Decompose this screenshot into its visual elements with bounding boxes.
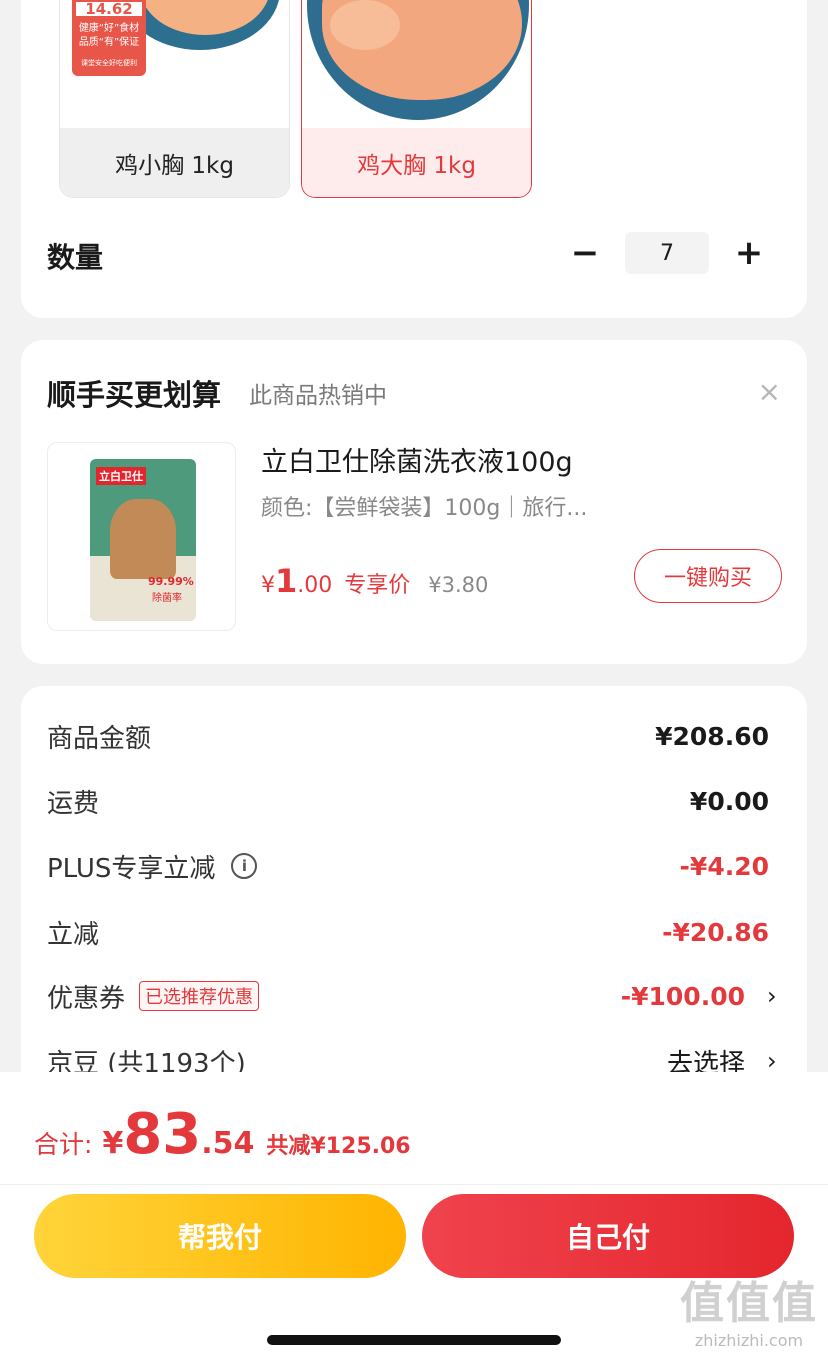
row-value: -¥4.20 — [679, 851, 769, 881]
summary-row-coupon[interactable]: 优惠券 已选推荐优惠 -¥100.00 › — [47, 976, 781, 1016]
plus-icon[interactable]: + — [729, 232, 769, 274]
total-saved: 共减¥125.06 — [266, 1134, 411, 1159]
upsell-subtitle: 此商品热销中 — [249, 383, 387, 409]
product-name[interactable]: 立白卫仕除菌洗衣液100g — [261, 440, 573, 479]
row-value: ¥0.00 — [689, 786, 769, 816]
summary-row-plus-discount: PLUS专享立减 i -¥4.20 — [47, 846, 769, 886]
row-value: -¥20.86 — [662, 917, 769, 947]
watermark-url: zhizhizhi.com — [694, 1331, 804, 1350]
summary-row-goods-amount: 商品金额 ¥208.60 — [47, 716, 769, 756]
chevron-right-icon: › — [767, 1047, 777, 1075]
variant-label-large: 鸡大胸 1kg — [302, 128, 531, 197]
total-yen: ¥ — [102, 1126, 124, 1161]
order-summary-card: 商品金额 ¥208.60 运费 ¥0.00 PLUS专享立减 i -¥4.20 立… — [21, 686, 807, 1106]
row-label: 优惠券 — [47, 983, 126, 1014]
image-brand-logo: 立白卫仕 — [96, 467, 146, 485]
help-me-pay-button[interactable]: 帮我付 — [34, 1194, 406, 1278]
row-label: 运费 — [47, 788, 100, 819]
pay-myself-button[interactable]: 自己付 — [422, 1194, 794, 1278]
price-decimal: .00 — [297, 573, 333, 598]
minus-icon[interactable]: − — [565, 232, 605, 274]
total-label: 合计: — [34, 1130, 93, 1159]
total-decimal: .54 — [201, 1126, 255, 1161]
image-percent: 99.99% — [148, 575, 194, 588]
product-image[interactable]: 立白卫仕 99.99% 除菌率 — [47, 442, 236, 631]
chevron-right-icon: › — [767, 982, 777, 1010]
variant-image-small: 14.62 健康“好”食材 品质“有”保证 课堂安全好吃便利 — [60, 0, 289, 128]
divider — [0, 1184, 828, 1185]
summary-row-instant-discount: 立减 -¥20.86 — [47, 912, 769, 952]
quantity-input[interactable]: 7 — [625, 232, 709, 274]
checkout-bar: 合计: ¥ 83 .54 共减¥125.06 帮我付 自己付 值值值 zhizh… — [0, 1072, 828, 1362]
info-icon[interactable]: i — [231, 853, 258, 879]
row-label: 立减 — [47, 919, 100, 950]
row-label: 商品金额 — [47, 723, 152, 754]
variant-label-small: 鸡小胸 1kg — [60, 128, 289, 197]
promo-footer: 课堂安全好吃便利 — [81, 59, 137, 67]
upsell-title: 顺手买更划算 — [47, 378, 222, 412]
one-click-buy-button[interactable]: 一键购买 — [634, 549, 782, 603]
image-caption: 除菌率 — [152, 593, 182, 604]
quantity-stepper: − 7 + — [565, 232, 769, 274]
total-integer: 83 — [123, 1102, 202, 1167]
summary-row-shipping: 运费 ¥0.00 — [47, 781, 769, 821]
total-amount: 合计: ¥ 83 .54 共减¥125.06 — [34, 1102, 411, 1167]
variant-option-large-breast[interactable]: 鸡大胸 1kg — [301, 0, 532, 198]
coupon-badge: 已选推荐优惠 — [139, 981, 260, 1011]
quantity-label: 数量 — [47, 241, 104, 274]
row-value: -¥100.00 — [620, 981, 745, 1011]
upsell-card: 顺手买更划算 此商品热销中 × 立白卫仕 99.99% 除菌率 立白卫仕除菌洗衣… — [21, 340, 807, 664]
product-price: ¥ 1 .00 专享价 ¥3.80 — [261, 562, 488, 600]
promo-text-1: 健康“好”食材 — [78, 23, 140, 34]
row-value: ¥208.60 — [655, 721, 769, 751]
close-icon[interactable]: × — [758, 378, 781, 406]
original-price: ¥3.80 — [428, 573, 489, 597]
spec-card: 14.62 健康“好”食材 品质“有”保证 课堂安全好吃便利 鸡小胸 1kg 鸡… — [21, 0, 807, 318]
variant-option-small-breast[interactable]: 14.62 健康“好”食材 品质“有”保证 课堂安全好吃便利 鸡小胸 1kg — [59, 0, 290, 198]
product-spec: 颜色:【尝鲜袋装】100g｜旅行... — [261, 496, 588, 521]
home-indicator[interactable] — [267, 1335, 561, 1345]
promo-price: 14.62 — [76, 2, 142, 17]
row-label: PLUS专享立减 — [47, 853, 216, 884]
variant-image-large — [302, 0, 531, 128]
watermark-logo: 值值值 — [680, 1278, 818, 1329]
watermark: 值值值 zhizhizhi.com — [680, 1267, 818, 1350]
price-yen: ¥ — [261, 573, 275, 598]
price-integer: 1 — [275, 562, 298, 600]
price-tag: 专享价 — [344, 573, 411, 598]
promo-text-2: 品质“有”保证 — [78, 37, 140, 48]
